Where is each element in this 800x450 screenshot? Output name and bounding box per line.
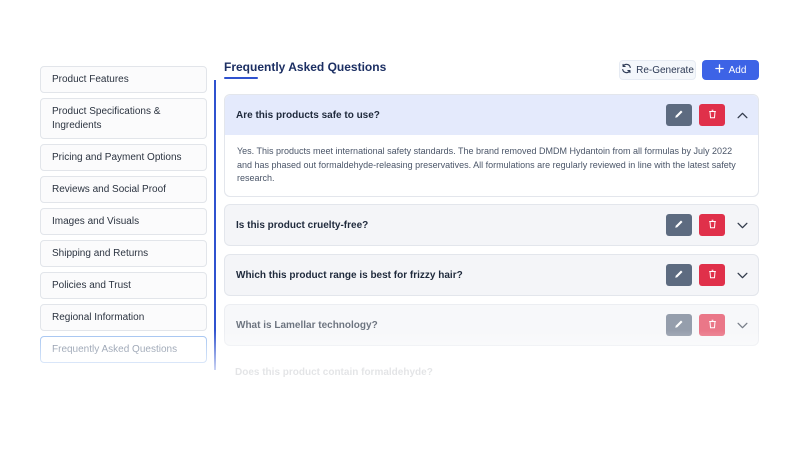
title-underline	[224, 77, 258, 79]
faq-item: Which this product range is best for fri…	[224, 254, 759, 296]
faq-item: Are this products safe to use? Yes. This…	[224, 94, 759, 197]
pencil-icon	[674, 266, 684, 284]
add-faq-button[interactable]: Add	[702, 60, 759, 80]
plus-icon	[714, 64, 724, 76]
sidebar-item-label: Shipping and Returns	[52, 247, 149, 259]
sidebar-item-faq[interactable]: Frequently Asked Questions	[40, 336, 207, 363]
faq-question: Are this products safe to use?	[236, 109, 380, 121]
sidebar-item-label: Reviews and Social Proof	[52, 183, 166, 195]
faq-question: Is this product cruelty-free?	[236, 219, 369, 231]
chevron-up-icon	[736, 106, 748, 124]
trash-icon	[708, 106, 717, 124]
edit-button[interactable]	[666, 104, 692, 126]
faq-header[interactable]: Is this product cruelty-free?	[225, 205, 758, 245]
trash-icon	[708, 316, 717, 334]
faq-question-faded[interactable]: Does this product contain formaldehyde?	[235, 367, 433, 378]
edit-button[interactable]	[666, 314, 692, 336]
sidebar-item-label: Product Features	[52, 73, 129, 85]
delete-button[interactable]	[699, 314, 725, 336]
active-section-divider	[214, 80, 216, 370]
trash-icon	[708, 266, 717, 284]
faq-header[interactable]: Which this product range is best for fri…	[225, 255, 758, 295]
page-title: Frequently Asked Questions	[224, 60, 387, 74]
expand-chevron[interactable]	[735, 268, 749, 282]
sidebar-item-images[interactable]: Images and Visuals	[40, 208, 207, 235]
faq-header[interactable]: What is Lamellar technology?	[225, 305, 758, 345]
faq-item: What is Lamellar technology?	[224, 304, 759, 346]
sidebar-item-label: Policies and Trust	[52, 279, 131, 291]
sidebar-item-product-features[interactable]: Product Features	[40, 66, 207, 93]
sidebar-item-label: Regional Information	[52, 311, 145, 323]
delete-button[interactable]	[699, 214, 725, 236]
refresh-icon	[621, 63, 632, 77]
sidebar-item-label: Product Specifications & Ingredients	[52, 106, 161, 131]
sidebar-item-regional[interactable]: Regional Information	[40, 304, 207, 331]
faq-answer: Yes. This products meet international sa…	[225, 135, 758, 196]
edit-button[interactable]	[666, 264, 692, 286]
collapse-chevron[interactable]	[735, 108, 749, 122]
sidebar-item-pricing[interactable]: Pricing and Payment Options	[40, 144, 207, 171]
faq-question: What is Lamellar technology?	[236, 319, 378, 331]
trash-icon	[708, 216, 717, 234]
faq-question: Which this product range is best for fri…	[236, 269, 463, 281]
pencil-icon	[674, 316, 684, 334]
chevron-down-icon	[736, 266, 748, 284]
sidebar-item-reviews[interactable]: Reviews and Social Proof	[40, 176, 207, 203]
faq-header[interactable]: Are this products safe to use?	[225, 95, 758, 135]
delete-button[interactable]	[699, 104, 725, 126]
sidebar-item-product-specifications[interactable]: Product Specifications & Ingredients	[40, 98, 207, 139]
regenerate-button[interactable]: Re-Generate	[619, 60, 696, 80]
expand-chevron[interactable]	[735, 318, 749, 332]
edit-button[interactable]	[666, 214, 692, 236]
pencil-icon	[674, 106, 684, 124]
chevron-down-icon	[736, 316, 748, 334]
delete-button[interactable]	[699, 264, 725, 286]
sidebar-item-label: Frequently Asked Questions	[52, 343, 178, 355]
sidebar-item-label: Images and Visuals	[52, 215, 140, 227]
pencil-icon	[674, 216, 684, 234]
sidebar-item-shipping[interactable]: Shipping and Returns	[40, 240, 207, 267]
add-label: Add	[728, 64, 747, 76]
faq-item: Is this product cruelty-free?	[224, 204, 759, 246]
sidebar-item-policies[interactable]: Policies and Trust	[40, 272, 207, 299]
expand-chevron[interactable]	[735, 218, 749, 232]
regenerate-label: Re-Generate	[636, 64, 694, 76]
sidebar-item-label: Pricing and Payment Options	[52, 151, 182, 163]
section-sidebar: Product Features Product Specifications …	[40, 66, 208, 368]
chevron-down-icon	[736, 216, 748, 234]
